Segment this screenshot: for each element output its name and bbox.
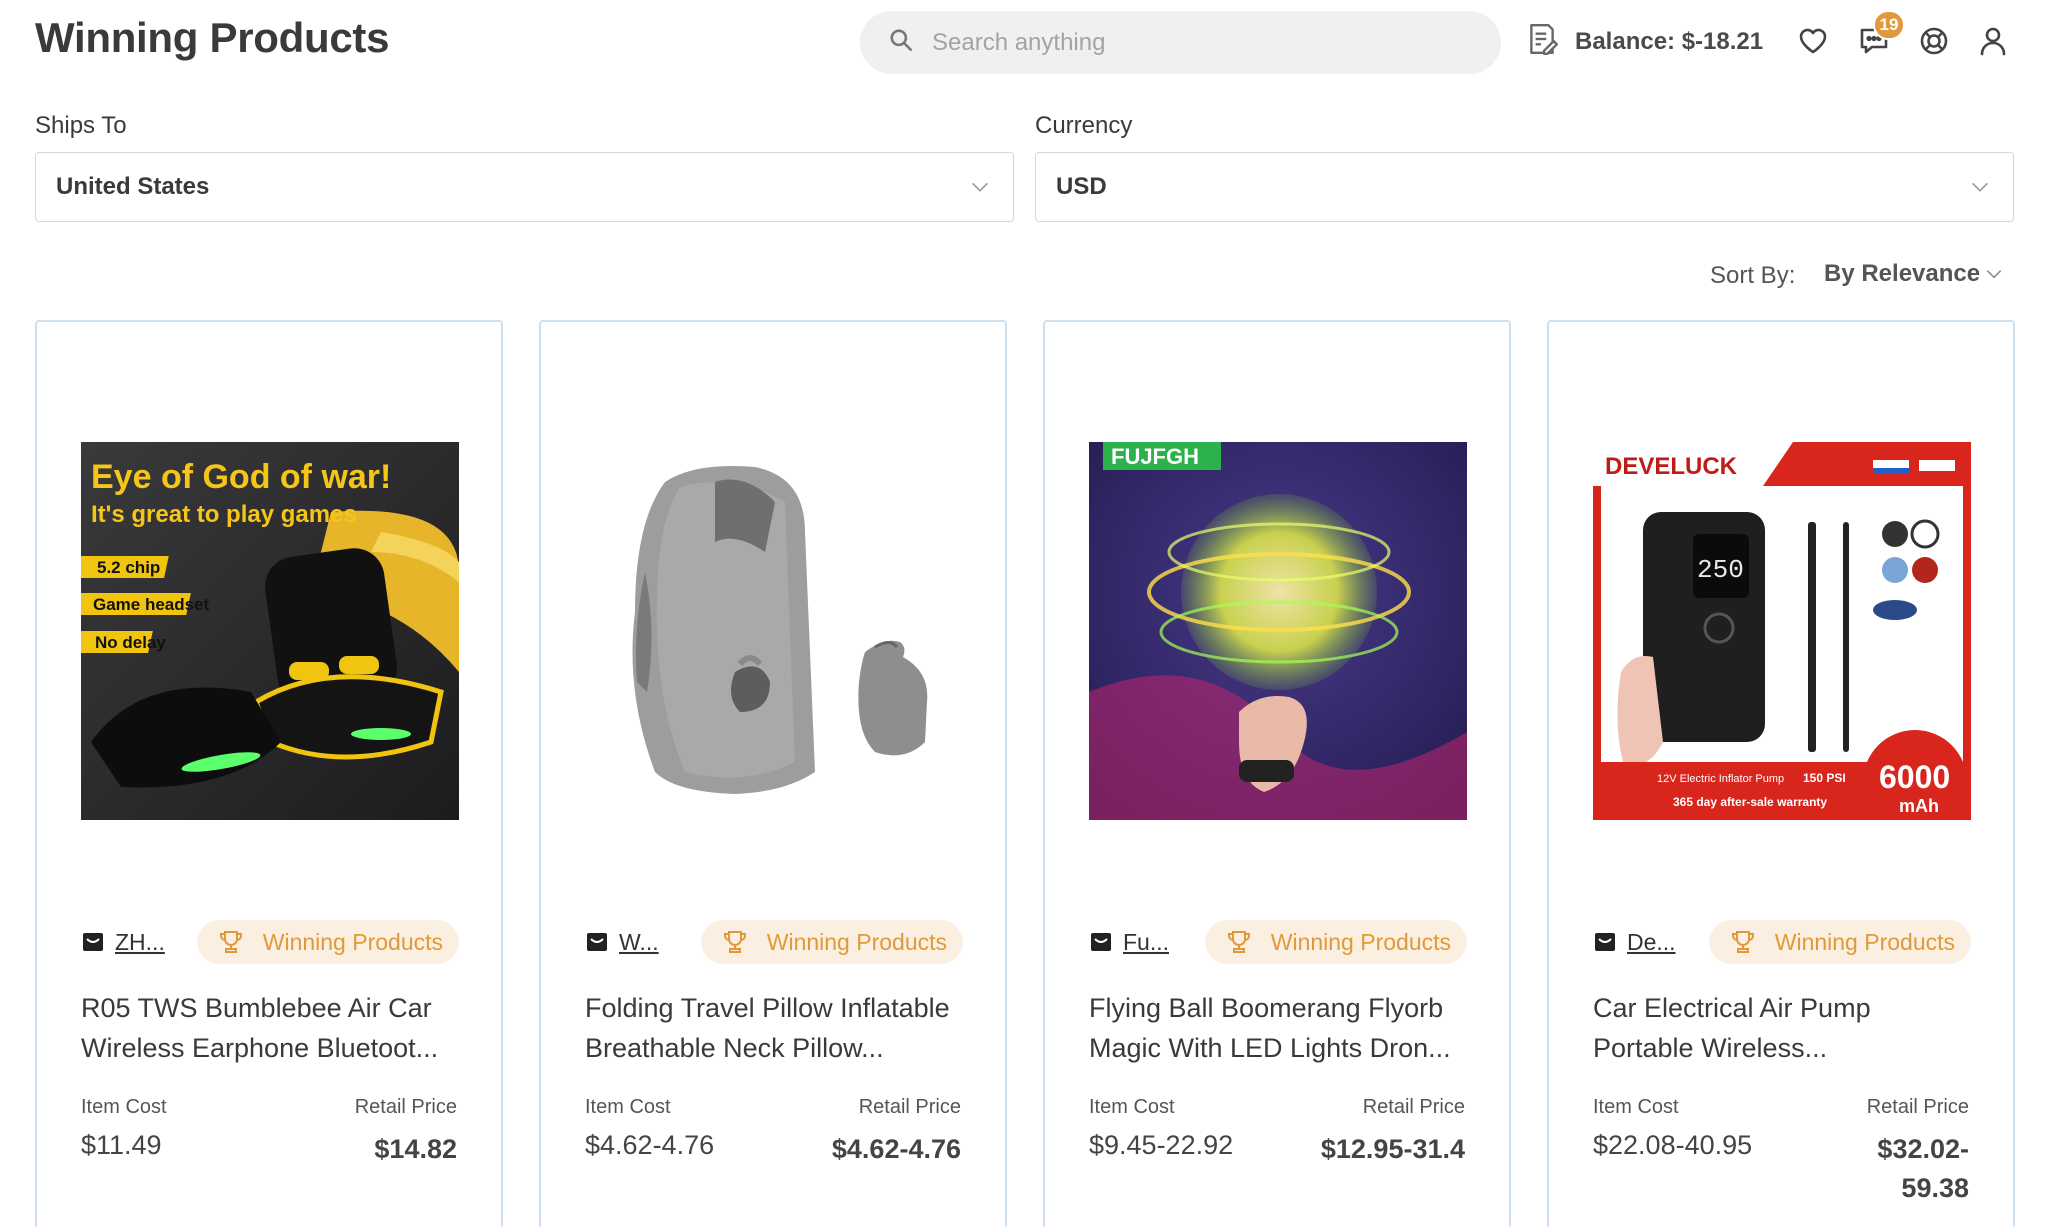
item-cost-label: Item Cost <box>1089 1096 1175 1118</box>
winning-products-badge: Winning Products <box>196 920 459 964</box>
heart-icon[interactable] <box>1796 24 1830 58</box>
currency-label: Currency <box>1035 112 1133 139</box>
currency-value: USD <box>1056 173 1107 200</box>
badge-label: Winning Products <box>262 928 443 955</box>
search-input[interactable] <box>932 28 1432 57</box>
store-icon <box>1091 933 1111 951</box>
retail-price-label: Retail Price <box>858 1096 961 1118</box>
retail-price: $14.82 <box>374 1134 457 1164</box>
store-name: De... <box>1627 928 1676 955</box>
item-cost-label: Item Cost <box>1593 1096 1679 1118</box>
winning-products-badge: Winning Products <box>700 920 963 964</box>
image-capacity-unit: mAh <box>1899 796 1939 816</box>
store-name: Fu... <box>1123 928 1170 955</box>
image-subheadline: It's great to play games <box>91 501 357 528</box>
retail-price-label: Retail Price <box>1866 1096 1969 1118</box>
ships-to-label: Ships To <box>35 112 127 139</box>
image-brand: FUJFGH <box>1111 444 1199 469</box>
retail-price: $4.62-4.76 <box>831 1134 961 1164</box>
product-image[interactable]: FUJFGH <box>1089 442 1467 820</box>
image-tag: Game headset <box>93 595 210 614</box>
retail-price-line: 59.38 <box>1901 1173 1969 1203</box>
image-tag: 5.2 chip <box>97 558 160 577</box>
store-icon <box>1595 933 1615 951</box>
store-icon <box>587 933 607 951</box>
store-name: ZH... <box>115 928 165 955</box>
store-icon <box>83 933 103 951</box>
product-card[interactable]: Eye of God of war! It's great to play ga… <box>35 320 503 1227</box>
store-link[interactable]: ZH... <box>81 929 165 956</box>
item-cost: $22.08-40.95 <box>1593 1130 1753 1160</box>
balance-label: Balance: $-18.21 <box>1575 28 1764 55</box>
trophy-icon <box>1731 931 1754 953</box>
product-image[interactable] <box>585 442 963 820</box>
chevron-down-icon <box>972 182 988 192</box>
retail-price-line: $32.02- <box>1877 1134 1969 1164</box>
retail-price-label: Retail Price <box>354 1096 457 1118</box>
retail-price: $12.95-31.4 <box>1320 1134 1465 1164</box>
image-caption: 12V Electric Inflator Pump <box>1657 773 1784 785</box>
product-title[interactable]: Flying Ball Boomerang Flyorb Magic With … <box>1089 988 1469 1068</box>
trophy-icon <box>1227 931 1250 953</box>
item-cost: $9.45-22.92 <box>1089 1130 1234 1160</box>
store-link[interactable]: De... <box>1593 929 1676 956</box>
support-icon[interactable] <box>1917 24 1951 58</box>
store-link[interactable]: Fu... <box>1089 929 1169 956</box>
chevron-down-icon <box>1986 270 2002 279</box>
winning-products-badge: Winning Products <box>1708 920 1971 964</box>
image-headline: Eye of God of war! <box>91 458 391 496</box>
product-title[interactable]: Folding Travel Pillow Inflatable Breatha… <box>585 988 965 1068</box>
sort-label: Sort By: <box>1710 262 1796 289</box>
badge-label: Winning Products <box>1270 928 1451 955</box>
sort-value: By Relevance <box>1824 260 1981 287</box>
image-caption: 150 PSI <box>1803 771 1846 785</box>
product-card[interactable]: DEVELUCK 250 12V Electric Inflator Pump … <box>1547 320 2015 1227</box>
store-link[interactable]: W... <box>585 929 659 956</box>
currency-select[interactable]: USD <box>1035 152 2014 222</box>
product-card[interactable]: W... Winning Products Folding Travel Pil… <box>539 320 1007 1227</box>
item-cost: $11.49 <box>81 1130 162 1160</box>
ships-to-value: United States <box>56 173 210 200</box>
orders-icon <box>1525 22 1575 63</box>
image-caption: 365 day after-sale warranty <box>1673 795 1827 809</box>
user-icon[interactable] <box>1976 24 2010 58</box>
trophy-icon <box>219 931 242 953</box>
trophy-icon <box>723 931 746 953</box>
product-title[interactable]: R05 TWS Bumblebee Air Car Wireless Earph… <box>81 988 461 1068</box>
product-card[interactable]: FUJFGH Fu... Winning Products Flying Bal… <box>1043 320 1511 1227</box>
retail-price-label: Retail Price <box>1362 1096 1465 1118</box>
sort-select[interactable]: By Relevance <box>1824 260 2004 288</box>
ships-to-select[interactable]: United States <box>35 152 1014 222</box>
chevron-down-icon <box>1972 182 1988 192</box>
product-image[interactable]: DEVELUCK 250 12V Electric Inflator Pump … <box>1593 442 1971 820</box>
badge-label: Winning Products <box>1774 928 1955 955</box>
image-display: 250 <box>1697 555 1744 585</box>
retail-price: $32.02- 59.38 <box>1877 1130 1969 1208</box>
store-name: W... <box>619 928 659 955</box>
image-tag: No delay <box>95 633 166 652</box>
notification-badge: 19 <box>1873 10 1905 40</box>
product-title[interactable]: Car Electrical Air Pump Portable Wireles… <box>1593 988 1973 1068</box>
balance-display[interactable]: Balance: $-18.21 <box>1525 22 1763 63</box>
badge-label: Winning Products <box>766 928 947 955</box>
image-capacity: 6000 <box>1879 759 1950 795</box>
item-cost: $4.62-4.76 <box>585 1130 715 1160</box>
search-bar[interactable] <box>860 11 1501 74</box>
winning-products-badge: Winning Products <box>1204 920 1467 964</box>
search-icon <box>888 27 914 58</box>
image-brand: DEVELUCK <box>1605 453 1738 480</box>
product-image[interactable]: Eye of God of war! It's great to play ga… <box>81 442 459 820</box>
item-cost-label: Item Cost <box>81 1096 167 1118</box>
page-title: Winning Products <box>35 14 390 61</box>
item-cost-label: Item Cost <box>585 1096 671 1118</box>
